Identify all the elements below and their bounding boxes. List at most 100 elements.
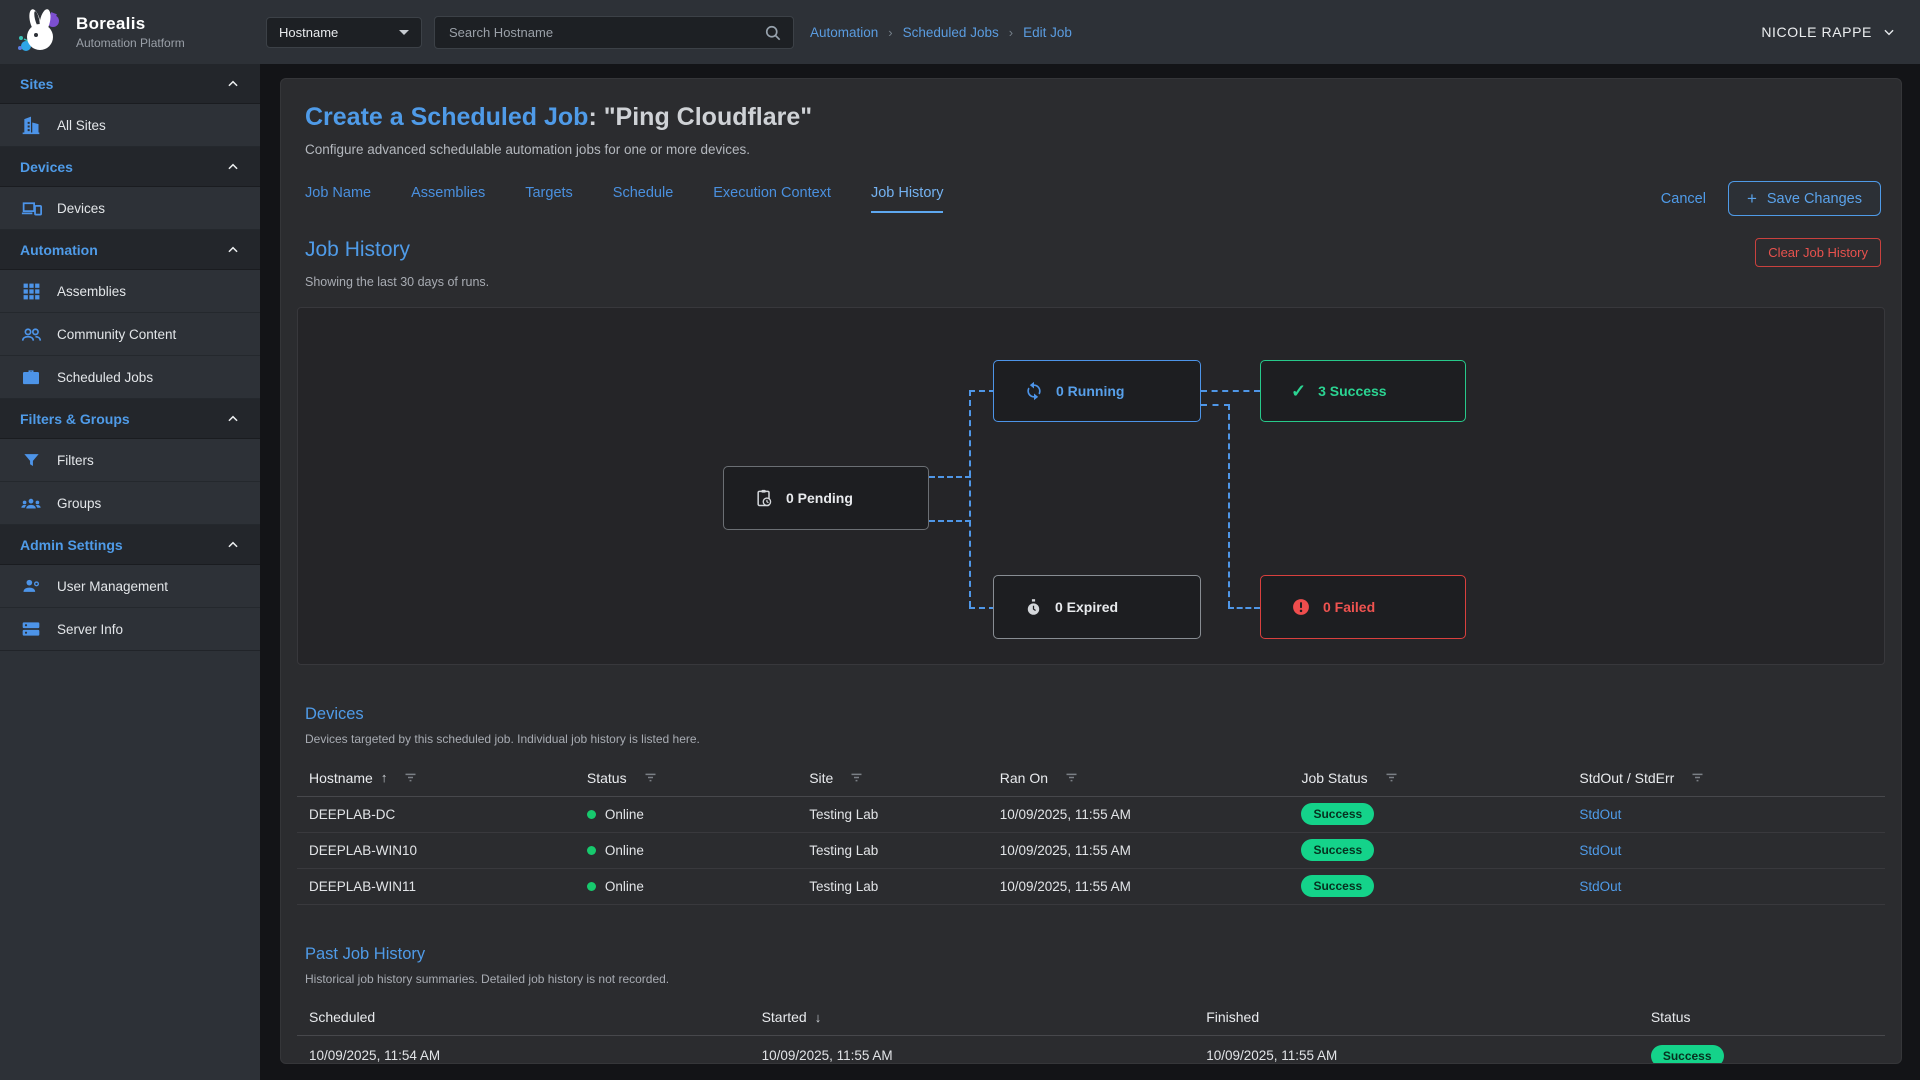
- past-history-row[interactable]: 10/09/2025, 11:54 AM 10/09/2025, 11:55 A…: [297, 1036, 1885, 1065]
- col-label: Hostname: [309, 770, 373, 786]
- save-changes-button[interactable]: + Save Changes: [1728, 181, 1881, 216]
- cell-status: Online: [575, 796, 797, 832]
- cell-site: Testing Lab: [797, 868, 988, 904]
- status-text: Online: [605, 807, 644, 822]
- sidebar-item-label: Server Info: [57, 622, 123, 637]
- flow-connector: [969, 390, 995, 392]
- tab-execution-context[interactable]: Execution Context: [713, 185, 831, 213]
- col-finished[interactable]: Finished: [1194, 1000, 1639, 1036]
- hostname-filter-select[interactable]: Hostname: [266, 17, 422, 48]
- chevron-up-icon: [226, 77, 240, 91]
- section-label: Filters & Groups: [20, 411, 130, 427]
- sidebar-item-server-info[interactable]: Server Info: [0, 608, 260, 651]
- search-box[interactable]: [434, 16, 794, 49]
- sidebar-section-automation[interactable]: Automation: [0, 230, 260, 270]
- tab-targets[interactable]: Targets: [525, 185, 573, 213]
- chevron-down-icon: [1882, 25, 1896, 39]
- breadcrumb-edit-job[interactable]: Edit Job: [1023, 25, 1072, 40]
- past-job-history-heading: Past Job History: [305, 945, 1885, 964]
- cell-ran-on: 10/09/2025, 11:55 AM: [988, 868, 1290, 904]
- devices-table-header-row: Hostname ↑ Status Site Ran On Job Status: [297, 760, 1885, 796]
- breadcrumb: Automation › Scheduled Jobs › Edit Job: [810, 0, 1072, 64]
- sidebar-section-admin-settings[interactable]: Admin Settings: [0, 525, 260, 565]
- breadcrumb-scheduled-jobs[interactable]: Scheduled Jobs: [903, 25, 999, 40]
- cell-stdout: StdOut: [1567, 832, 1885, 868]
- devices-icon: [20, 197, 42, 219]
- stdout-link[interactable]: StdOut: [1579, 807, 1621, 822]
- online-status-dot: [587, 810, 596, 819]
- flow-connector: [969, 390, 971, 607]
- filter-list-icon[interactable]: [1690, 770, 1705, 785]
- sort-desc-icon[interactable]: ↓: [815, 1010, 822, 1025]
- tab-job-history[interactable]: Job History: [871, 185, 944, 213]
- plus-icon: +: [1747, 190, 1757, 207]
- flow-connector: [969, 607, 995, 609]
- sidebar-item-devices[interactable]: Devices: [0, 187, 260, 230]
- cell-stdout: StdOut: [1567, 796, 1885, 832]
- chevron-up-icon: [226, 160, 240, 174]
- tab-schedule[interactable]: Schedule: [613, 185, 673, 213]
- cell-status: Success: [1639, 1036, 1885, 1065]
- col-hostname[interactable]: Hostname ↑: [297, 760, 575, 796]
- section-label: Devices: [20, 159, 73, 175]
- flow-connector: [929, 520, 971, 522]
- sidebar-item-assemblies[interactable]: Assemblies: [0, 270, 260, 313]
- flow-node-running: 0 Running: [993, 360, 1201, 422]
- tab-job-name[interactable]: Job Name: [305, 185, 371, 213]
- col-stdout-stderr[interactable]: StdOut / StdErr: [1567, 760, 1885, 796]
- cancel-button[interactable]: Cancel: [1661, 191, 1706, 207]
- sidebar-section-sites[interactable]: Sites: [0, 64, 260, 104]
- groups-icon: [20, 492, 42, 514]
- flow-node-expired: 0 Expired: [993, 575, 1201, 639]
- sort-asc-icon[interactable]: ↑: [381, 770, 388, 785]
- col-status[interactable]: Status: [575, 760, 797, 796]
- filter-list-icon[interactable]: [849, 770, 864, 785]
- grid-icon: [20, 280, 42, 302]
- col-job-status[interactable]: Job Status: [1289, 760, 1567, 796]
- borealis-rabbit-logo: [16, 8, 64, 56]
- col-ran-on[interactable]: Ran On: [988, 760, 1290, 796]
- past-table-header-row: Scheduled Started↓ Finished Status: [297, 1000, 1885, 1036]
- search-icon[interactable]: [763, 23, 783, 43]
- col-status[interactable]: Status: [1639, 1000, 1885, 1036]
- filter-list-icon[interactable]: [1064, 770, 1079, 785]
- building-icon: [20, 114, 42, 136]
- brand-logo-block[interactable]: Borealis Automation Platform: [16, 8, 185, 56]
- clear-job-history-button[interactable]: Clear Job History: [1755, 238, 1881, 267]
- breadcrumb-automation[interactable]: Automation: [810, 25, 878, 40]
- col-started[interactable]: Started↓: [750, 1000, 1195, 1036]
- filter-list-icon[interactable]: [643, 770, 658, 785]
- sidebar-section-devices[interactable]: Devices: [0, 147, 260, 187]
- sidebar-item-label: Filters: [57, 453, 94, 468]
- sidebar-item-groups[interactable]: Groups: [0, 482, 260, 525]
- success-badge: Success: [1651, 1045, 1724, 1065]
- sidebar-section-filters-groups[interactable]: Filters & Groups: [0, 399, 260, 439]
- filter-list-icon[interactable]: [403, 770, 418, 785]
- funnel-icon: [20, 449, 42, 471]
- device-row[interactable]: DEEPLAB-WIN10 Online Testing Lab 10/09/2…: [297, 832, 1885, 868]
- search-input[interactable]: [449, 25, 763, 40]
- sidebar-item-user-management[interactable]: User Management: [0, 565, 260, 608]
- online-status-dot: [587, 882, 596, 891]
- stdout-link[interactable]: StdOut: [1579, 843, 1621, 858]
- col-site[interactable]: Site: [797, 760, 988, 796]
- sidebar-item-label: Devices: [57, 201, 105, 216]
- device-row[interactable]: DEEPLAB-DC Online Testing Lab 10/09/2025…: [297, 796, 1885, 832]
- cell-hostname: DEEPLAB-DC: [297, 796, 575, 832]
- filter-list-icon[interactable]: [1384, 770, 1399, 785]
- sidebar-item-all-sites[interactable]: All Sites: [0, 104, 260, 147]
- device-row[interactable]: DEEPLAB-WIN11 Online Testing Lab 10/09/2…: [297, 868, 1885, 904]
- save-changes-label: Save Changes: [1767, 191, 1862, 207]
- sidebar-item-filters[interactable]: Filters: [0, 439, 260, 482]
- page-title: Create a Scheduled Job: "Ping Cloudflare…: [305, 103, 1885, 132]
- tab-assemblies[interactable]: Assemblies: [411, 185, 485, 213]
- user-menu[interactable]: NICOLE RAPPE: [1761, 0, 1896, 64]
- devices-table: Hostname ↑ Status Site Ran On Job Status: [297, 760, 1885, 905]
- stdout-link[interactable]: StdOut: [1579, 879, 1621, 894]
- sidebar-item-scheduled-jobs[interactable]: Scheduled Jobs: [0, 356, 260, 399]
- online-status-dot: [587, 846, 596, 855]
- sidebar-item-community-content[interactable]: Community Content: [0, 313, 260, 356]
- col-scheduled[interactable]: Scheduled: [297, 1000, 750, 1036]
- cell-ran-on: 10/09/2025, 11:55 AM: [988, 832, 1290, 868]
- server-icon: [20, 618, 42, 640]
